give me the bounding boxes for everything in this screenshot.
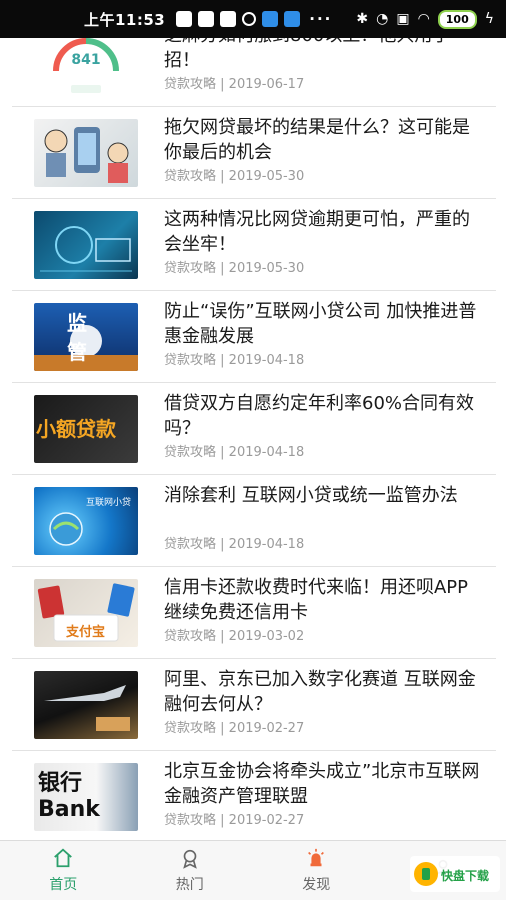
article-thumbnail xyxy=(34,671,138,739)
status-bar: 上午11:53 ··· ✱ ◔ ▣ ◠ 100 ϟ xyxy=(0,0,506,38)
article-title[interactable]: 这两种情况比网贷逾期更可怕，严重的会坐牢！ xyxy=(164,207,486,257)
article-meta: 贷款攻略 | 2019-02-27 xyxy=(164,721,305,736)
tab-home[interactable]: 首页 xyxy=(0,841,127,900)
article-thumbnail: 互联网小贷 xyxy=(34,487,138,555)
sim-icon: ▣ xyxy=(396,11,410,27)
notification-icon xyxy=(198,11,215,27)
more-icon: ··· xyxy=(309,10,333,28)
article-item[interactable]: 拖欠网贷最坏的结果是什么？这可能是你最后的机会 贷款攻略 | 2019-05-3… xyxy=(12,107,496,199)
article-date: 2019-04-18 xyxy=(228,537,305,552)
bluetooth-icon: ✱ xyxy=(356,11,369,27)
article-thumbnail: 小额贷款 xyxy=(34,395,138,463)
article-category: 贷款攻略 xyxy=(164,537,217,552)
article-date: 2019-05-30 xyxy=(228,261,305,276)
article-meta: 贷款攻略 | 2019-04-18 xyxy=(164,445,305,460)
article-meta: 贷款攻略 | 2019-06-17 xyxy=(164,77,305,92)
article-date: 2019-02-27 xyxy=(228,813,305,828)
article-title[interactable]: 防止“误伤”互联网小贷公司 加快推进普惠金融发展 xyxy=(164,299,486,349)
charging-icon: ϟ xyxy=(484,11,494,27)
thumbnail-caption: 支付宝 xyxy=(66,625,106,640)
credit-score-text: 841 xyxy=(71,52,101,68)
mute-icon: ◔ xyxy=(376,11,389,27)
tab-hot[interactable]: 热门 xyxy=(127,841,254,900)
notification-icon xyxy=(176,11,193,27)
notification-icon xyxy=(242,12,257,26)
notification-icon xyxy=(220,11,237,27)
article-title[interactable]: 信用卡还款收费时代来临！用还呗APP继续免费还信用卡 xyxy=(164,575,486,625)
article-thumbnail: 监 管 xyxy=(34,303,138,371)
article-meta: 贷款攻略 | 2019-04-18 xyxy=(164,537,305,552)
article-date: 2019-04-18 xyxy=(228,353,305,368)
article-date: 2019-02-27 xyxy=(228,721,305,736)
article-meta: 贷款攻略 | 2019-02-27 xyxy=(164,813,305,828)
article-item[interactable]: 银行 Bank 北京互金协会将牵头成立”北京市互联网金融资产管理联盟 贷款攻略 … xyxy=(12,751,496,840)
watermark-icon xyxy=(414,862,438,886)
tab-label: 热门 xyxy=(175,877,204,893)
article-meta: 贷款攻略 | 2019-03-02 xyxy=(164,629,305,644)
article-item[interactable]: 这两种情况比网贷逾期更可怕，严重的会坐牢！ 贷款攻略 | 2019-05-30 xyxy=(12,199,496,291)
thumbnail-caption: 小额贷款 xyxy=(36,417,116,441)
article-title[interactable]: 阿里、京东已加入数字化赛道 互联网金融何去何从？ xyxy=(164,667,486,717)
article-item[interactable]: 监 管 防止“误伤”互联网小贷公司 加快推进普惠金融发展 贷款攻略 | 2019… xyxy=(12,291,496,383)
watermark-text: 快盘下载 xyxy=(441,865,489,884)
tab-label: 首页 xyxy=(49,877,78,893)
battery-icon: 100 xyxy=(437,9,477,29)
article-meta: 贷款攻略 | 2019-05-30 xyxy=(164,261,305,276)
article-date: 2019-03-02 xyxy=(228,629,305,644)
article-category: 贷款攻略 xyxy=(164,445,217,460)
status-time: 上午11:53 xyxy=(84,10,166,29)
cartoon-illustration-icon xyxy=(44,127,129,183)
article-title[interactable]: 借贷双方自愿约定年利率60%合同有效吗？ xyxy=(164,391,486,441)
thumbnail-caption: 互联网小贷 xyxy=(86,498,132,508)
article-date: 2019-06-17 xyxy=(228,77,305,92)
notification-icon xyxy=(284,11,301,27)
discover-icon xyxy=(308,848,325,867)
article-item[interactable]: 互联网小贷 消除套利 互联网小贷或统一监管办法 贷款攻略 | 2019-04-1… xyxy=(12,475,496,567)
watermark-logo: 快盘下载 xyxy=(410,856,500,892)
article-category: 贷款攻略 xyxy=(164,77,217,92)
article-title[interactable]: 拖欠网贷最坏的结果是什么？这可能是你最后的机会 xyxy=(164,115,486,165)
article-category: 贷款攻略 xyxy=(164,353,217,368)
article-meta: 贷款攻略 | 2019-05-30 xyxy=(164,169,305,184)
tab-label: 发现 xyxy=(302,877,331,893)
article-category: 贷款攻略 xyxy=(164,813,217,828)
article-category: 贷款攻略 xyxy=(164,629,217,644)
article-title[interactable]: 芝麻分如何涨到800以上？他只用了一招！ xyxy=(164,38,486,73)
watermark-label: 快盘下载 xyxy=(441,868,490,883)
article-thumbnail: 支付宝 xyxy=(34,579,138,647)
article-item[interactable]: 阿里、京东已加入数字化赛道 互联网金融何去何从？ 贷款攻略 | 2019-02-… xyxy=(12,659,496,751)
tab-discover[interactable]: 发现 xyxy=(253,841,380,900)
article-date: 2019-05-30 xyxy=(228,169,305,184)
notification-icon xyxy=(262,11,279,27)
article-item[interactable]: 小额贷款 借贷双方自愿约定年利率60%合同有效吗？ 贷款攻略 | 2019-04… xyxy=(12,383,496,475)
thumbnail-caption: 银行 Bank xyxy=(38,771,100,822)
home-icon xyxy=(54,848,73,868)
wifi-icon: ◠ xyxy=(417,11,430,27)
article-item[interactable]: 841 芝麻分如何涨到800以上？他只用了一招！ 贷款攻略 | 2019-06-… xyxy=(12,38,496,107)
airplane-image-icon xyxy=(44,685,130,731)
article-category: 贷款攻略 xyxy=(164,721,217,736)
article-thumbnail: 银行 Bank xyxy=(34,763,138,831)
cyber-security-image-icon xyxy=(40,226,132,272)
thumbnail-caption: 监 管 xyxy=(67,311,105,364)
article-thumbnail xyxy=(34,211,138,279)
article-feed[interactable]: 841 芝麻分如何涨到800以上？他只用了一招！ 贷款攻略 | 2019-06-… xyxy=(0,38,506,840)
article-item[interactable]: 支付宝 信用卡还款收费时代来临！用还呗APP继续免费还信用卡 贷款攻略 | 20… xyxy=(12,567,496,659)
article-title[interactable]: 消除套利 互联网小贷或统一监管办法 xyxy=(164,483,486,508)
hot-icon xyxy=(182,849,197,869)
article-thumbnail: 841 xyxy=(34,38,138,95)
article-category: 贷款攻略 xyxy=(164,169,217,184)
article-title[interactable]: 北京互金协会将牵头成立”北京市互联网金融资产管理联盟 xyxy=(164,759,486,809)
article-date: 2019-04-18 xyxy=(228,445,305,460)
article-category: 贷款攻略 xyxy=(164,261,217,276)
status-indicators: ✱ ◔ ▣ ◠ 100 ϟ xyxy=(356,9,494,29)
article-thumbnail xyxy=(34,119,138,187)
article-meta: 贷款攻略 | 2019-04-18 xyxy=(164,353,305,368)
